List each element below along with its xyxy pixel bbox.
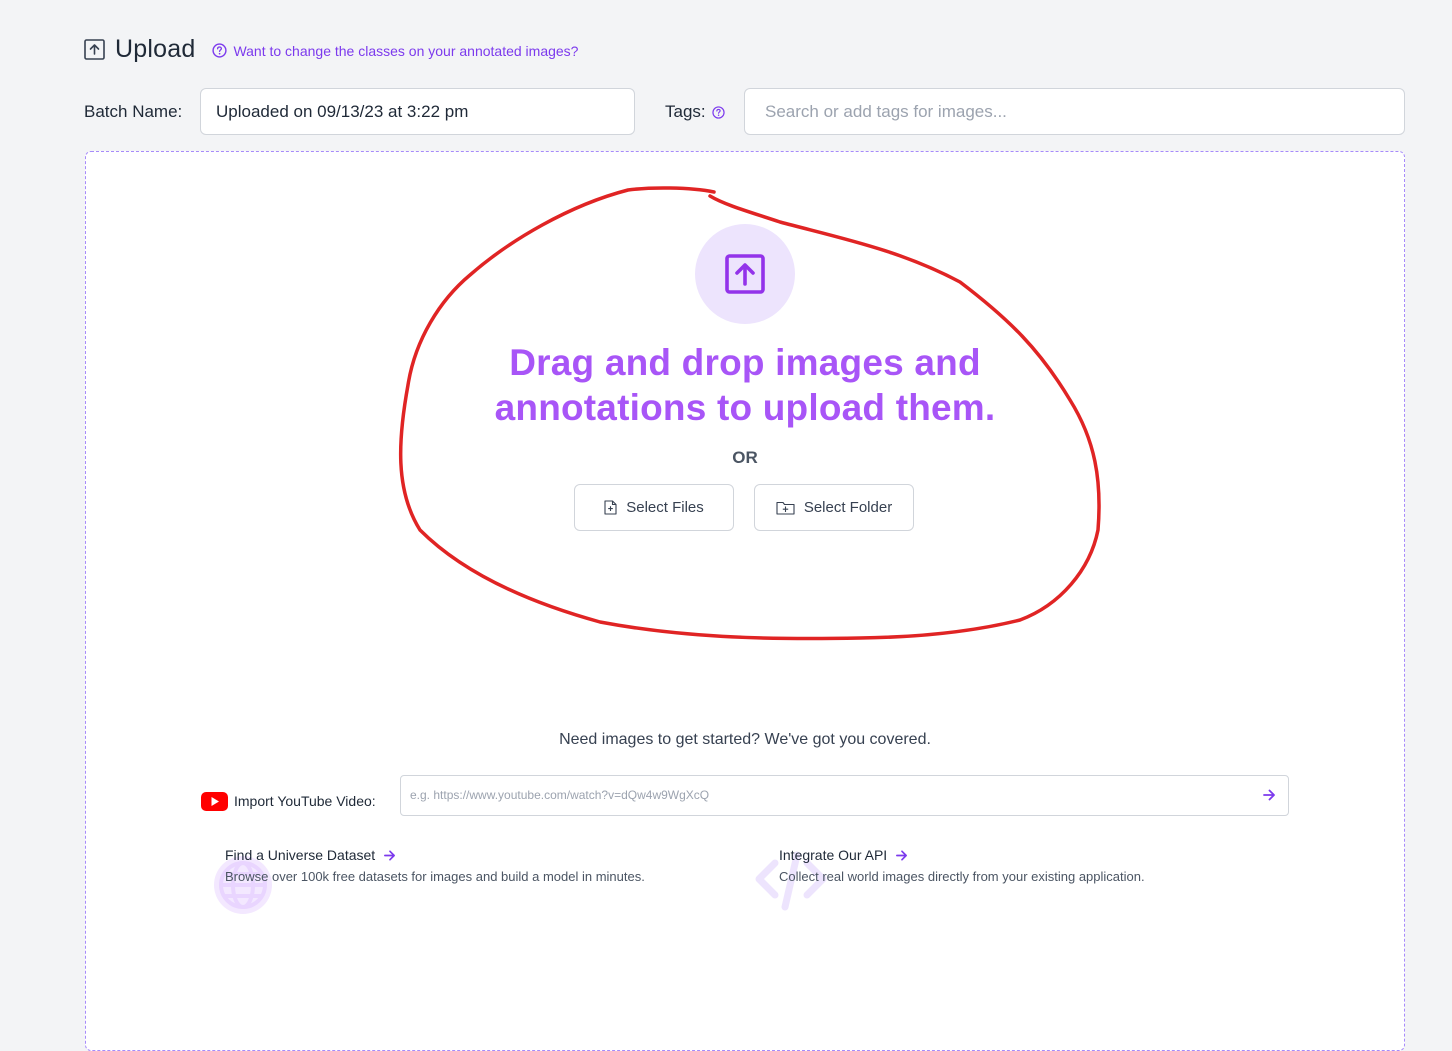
drop-headline-line1: Drag and drop images and (509, 342, 981, 383)
getting-started-text: Need images to get started? We've got yo… (559, 731, 931, 748)
page-header: Upload Want to change the classes on you… (84, 34, 578, 64)
select-folder-label[interactable]: Select Folder (804, 499, 892, 516)
universe-dataset-link[interactable]: Find a Universe Dataset (225, 847, 396, 863)
batch-row: Batch Name: Tags: (84, 88, 1405, 135)
integrate-api-description: Collect real world images directly from … (779, 869, 1145, 884)
upload-circle (695, 224, 795, 324)
folder-plus-icon (776, 501, 795, 515)
question-circle-icon (212, 43, 228, 58)
help-link-text[interactable]: Want to change the classes on your annot… (233, 43, 578, 59)
select-folder-button[interactable]: Select Folder (754, 484, 914, 531)
universe-dataset-title[interactable]: Find a Universe Dataset (225, 847, 375, 863)
integrate-api-link[interactable]: Integrate Our API (779, 847, 908, 863)
drop-headline: Drag and drop images and annotations to … (386, 340, 1104, 430)
youtube-label: Import YouTube Video: (234, 793, 376, 809)
youtube-url-field[interactable] (400, 775, 1289, 816)
upload-dropzone[interactable]: Drag and drop images and annotations to … (85, 151, 1405, 1051)
tags-help-icon[interactable] (711, 105, 725, 119)
batch-name-input[interactable] (200, 88, 635, 135)
select-files-label[interactable]: Select Files (626, 499, 704, 516)
youtube-icon (201, 792, 228, 816)
select-files-button[interactable]: Select Files (574, 484, 734, 531)
page-title: Upload (115, 34, 196, 63)
upload-arrow-icon (725, 254, 765, 294)
youtube-import-row: Import YouTube Video: (201, 775, 1290, 816)
tags-search-input[interactable] (744, 88, 1405, 135)
drop-headline-line2: annotations to upload them. (494, 387, 996, 428)
arrow-right-icon (896, 849, 908, 861)
arrow-right-icon (384, 849, 396, 861)
upload-icon (84, 38, 105, 60)
change-classes-help-link[interactable]: Want to change the classes on your annot… (212, 43, 578, 59)
youtube-url-input[interactable] (401, 776, 1241, 814)
file-plus-icon (604, 500, 617, 515)
universe-dataset-description: Browse over 100k free datasets for image… (225, 869, 645, 884)
batch-name-label: Batch Name: (84, 102, 183, 121)
or-divider: OR (732, 448, 758, 467)
arrow-right-icon[interactable] (1262, 788, 1276, 807)
integrate-api-title[interactable]: Integrate Our API (779, 847, 887, 863)
tags-label-wrap: Tags: (665, 102, 725, 122)
tags-label: Tags: (665, 102, 706, 121)
